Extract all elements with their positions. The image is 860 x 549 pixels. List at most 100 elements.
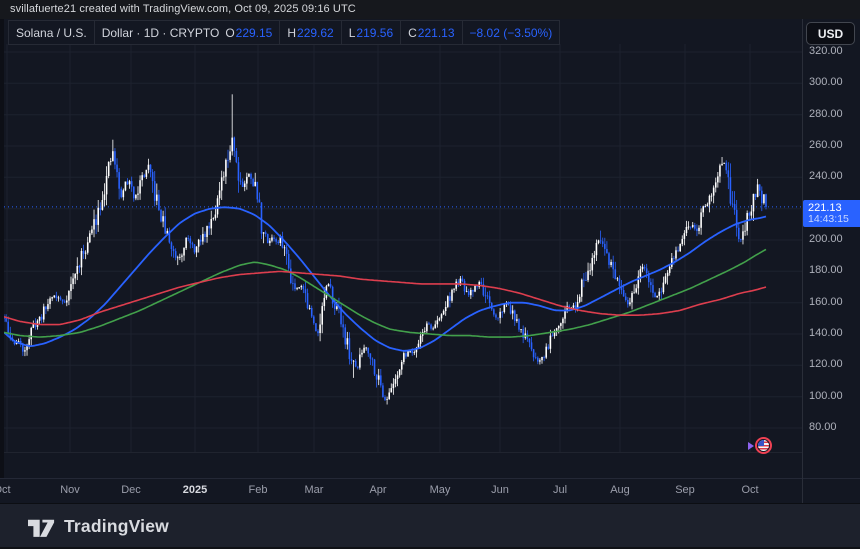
candle-body — [378, 375, 380, 379]
candle-body — [763, 194, 765, 203]
candle-body — [171, 243, 173, 250]
candle-body — [275, 239, 277, 242]
candle-body — [388, 393, 390, 400]
candle-body — [395, 379, 397, 384]
tradingview-logo-icon — [28, 515, 55, 539]
candle-body — [288, 254, 290, 269]
candle-body — [357, 367, 359, 368]
ma-fast-line — [4, 207, 766, 350]
candle-body — [315, 323, 317, 331]
candle-body — [363, 348, 365, 353]
candle-body — [426, 324, 428, 332]
candle-body — [240, 181, 242, 182]
candle-body — [539, 360, 541, 361]
candle-body — [518, 319, 520, 330]
price-axis-label: 180.00 — [809, 264, 843, 276]
candle-body — [227, 160, 229, 161]
candle-body — [679, 244, 681, 251]
candle-body — [591, 258, 593, 271]
candle-body — [596, 243, 598, 255]
candle-body — [342, 324, 344, 327]
candle-body — [728, 170, 730, 177]
economic-event-marker[interactable] — [748, 437, 772, 454]
candle-body — [294, 283, 296, 289]
candle-body — [204, 234, 206, 237]
footer: TradingView — [0, 503, 860, 549]
candle-body — [45, 307, 47, 310]
candle-body — [441, 314, 443, 318]
candle-body — [219, 190, 221, 198]
price-axis-label: 140.00 — [809, 327, 843, 339]
symbol-cell[interactable]: Solana / U.S. — [9, 21, 94, 44]
candle-body — [286, 247, 288, 254]
price-axis-label: 80.00 — [809, 421, 837, 433]
event-cursor-icon — [748, 442, 754, 450]
symbol-interval-cell[interactable]: Dollar · 1D · CRYPTO O 229.15 — [94, 21, 280, 44]
price-axis[interactable]: 320.00300.00280.00260.00240.00220.00200.… — [803, 19, 860, 478]
candle-body — [608, 253, 610, 265]
candle-body — [405, 353, 407, 357]
symbol-interval-text: Dollar · 1D · CRYPTO — [102, 26, 220, 40]
candle-body — [742, 231, 744, 239]
candle-body — [694, 225, 696, 229]
candle-body — [263, 232, 265, 233]
candle-body — [185, 238, 187, 248]
candle-body — [18, 341, 20, 342]
candle-body — [196, 247, 198, 253]
candle-body — [600, 241, 602, 242]
candle-body — [432, 329, 434, 330]
candle-body — [581, 280, 583, 297]
candle-body — [550, 336, 552, 349]
candle-body — [669, 267, 671, 273]
candle-body — [430, 325, 432, 329]
candle-body — [644, 267, 646, 269]
brand-name: TradingView — [64, 516, 169, 537]
candle-body — [187, 238, 189, 239]
candle-body — [499, 312, 501, 318]
candle-body — [661, 292, 663, 293]
candle-body — [351, 359, 353, 361]
candle-body — [259, 200, 261, 203]
candle-body — [466, 291, 468, 292]
candle-body — [319, 325, 321, 334]
time-axis-label: Oct — [0, 484, 11, 496]
candle-body — [254, 182, 256, 186]
candle-body — [397, 375, 399, 379]
candle-body — [619, 278, 621, 286]
candle-body — [365, 348, 367, 349]
candle-body — [60, 298, 62, 300]
currency-toggle-button[interactable]: USD — [806, 22, 855, 45]
chart-canvas[interactable] — [0, 0, 802, 503]
candle-body — [129, 181, 131, 184]
candle-body — [746, 213, 748, 231]
candle-body — [137, 194, 139, 195]
candle-body — [487, 296, 489, 297]
candle-body — [633, 293, 635, 294]
close-label: C — [408, 26, 417, 40]
candle-body — [95, 219, 97, 225]
candle-body — [374, 360, 376, 375]
candle-body — [370, 353, 372, 358]
high-label: H — [287, 26, 296, 40]
candle-body — [118, 172, 120, 189]
candle-body — [587, 271, 589, 281]
candle-body — [323, 298, 325, 306]
ma-mid-line — [4, 249, 766, 337]
candle-body — [303, 286, 305, 289]
candle-body — [43, 307, 45, 320]
candle-body — [512, 311, 514, 314]
candle-body — [200, 240, 202, 242]
time-axis[interactable]: OctNovDec2025FebMarAprMayJunJulAugSepOct — [0, 479, 802, 503]
time-axis-label: May — [430, 484, 451, 496]
candle-body — [120, 189, 122, 198]
candle-body — [257, 182, 259, 200]
candle-body — [598, 241, 600, 244]
candle-body — [585, 280, 587, 281]
candle-body — [66, 301, 68, 303]
candle-body — [100, 208, 102, 210]
close-cell: C 221.13 — [400, 21, 461, 44]
candle-body — [114, 151, 116, 164]
candle-body — [244, 184, 246, 188]
candle-body — [765, 194, 767, 207]
tradingview-branding[interactable]: TradingView — [28, 515, 169, 539]
